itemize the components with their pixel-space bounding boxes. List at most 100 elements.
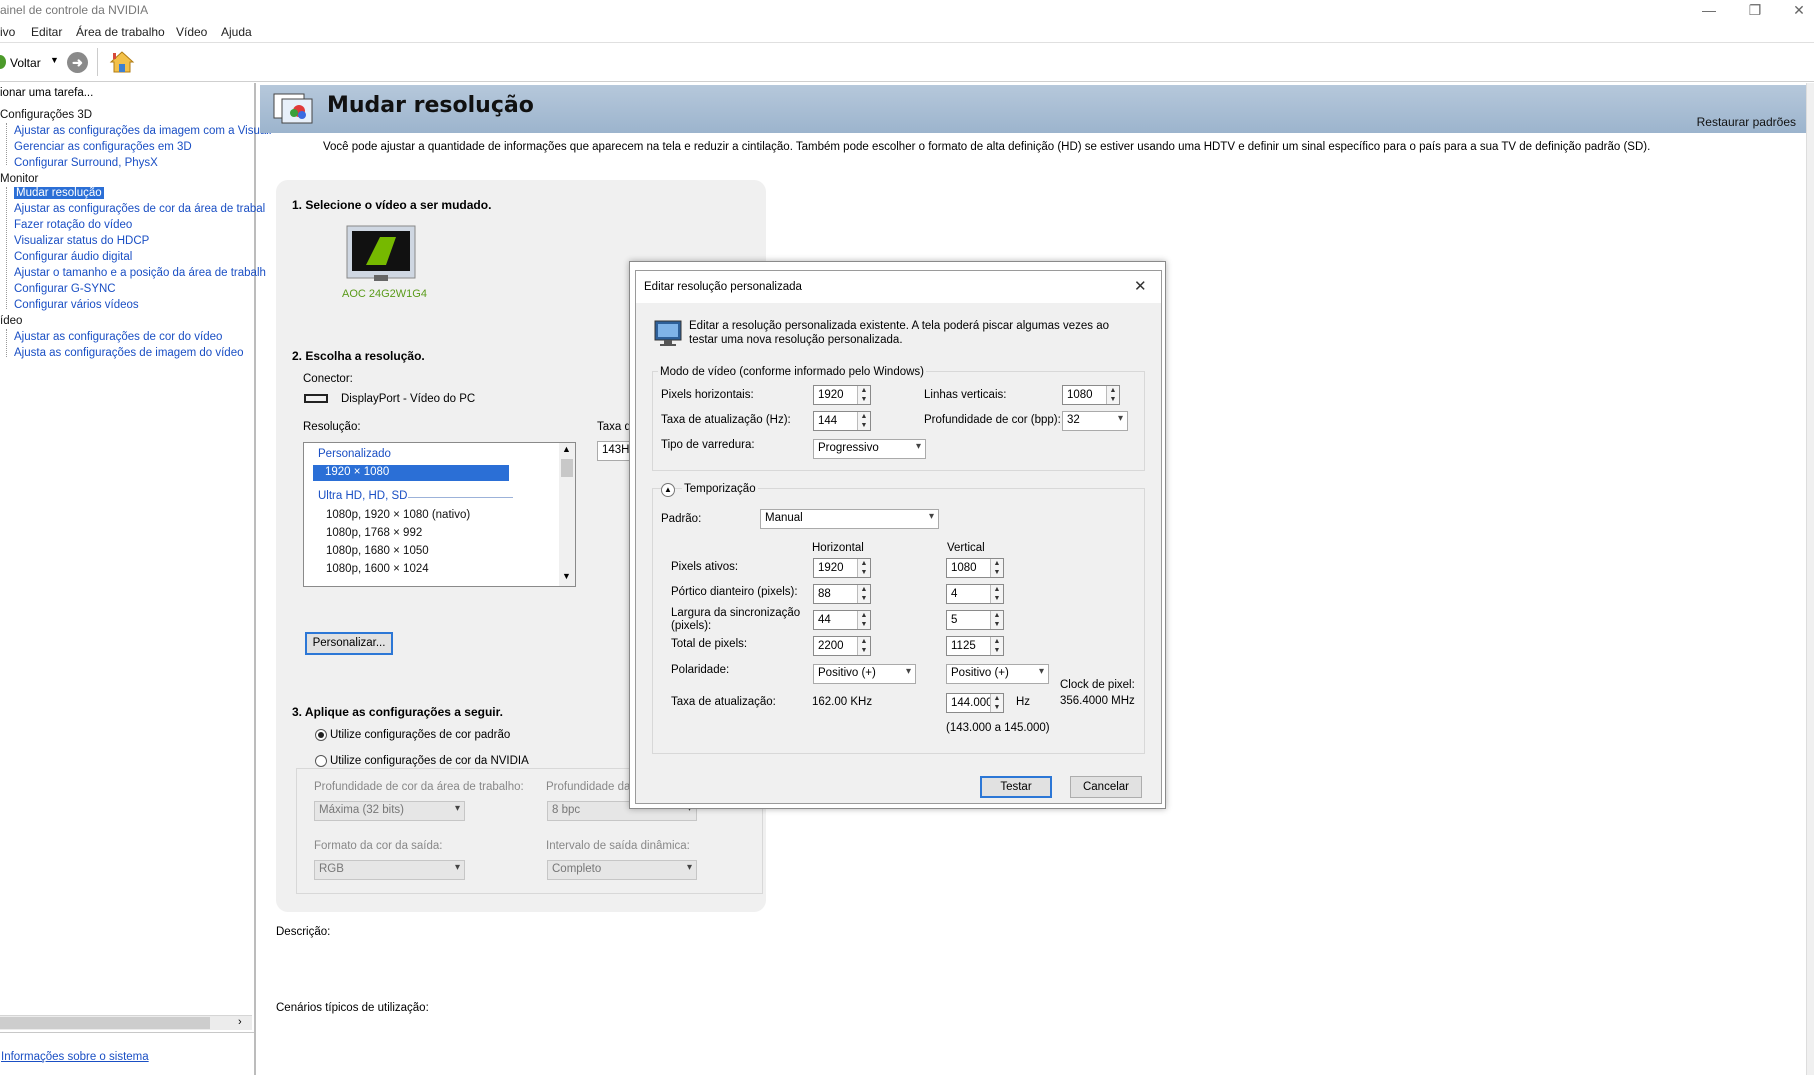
sidebar-item-multiple-displays[interactable]: Configurar vários vídeos: [14, 299, 139, 311]
usage-scenarios-label: Cenários típicos de utilização:: [276, 1002, 429, 1014]
restore-window-button[interactable]: ❐: [1740, 2, 1770, 19]
spinner-arrows-icon[interactable]: ▲ ▼: [857, 559, 870, 577]
h-pixels-input[interactable]: 1920 ▲ ▼: [813, 385, 871, 405]
sync-width-v-input[interactable]: 5 ▲ ▼: [946, 610, 1004, 630]
radio-default-color[interactable]: [315, 729, 327, 741]
sidebar-category-video[interactable]: ídeo: [0, 315, 22, 327]
spinner-arrows-icon[interactable]: ▲ ▼: [857, 585, 870, 603]
refresh-rate-dropdown[interactable]: 143Hz: [597, 441, 635, 461]
sidebar-item-video-color[interactable]: Ajustar as configurações de cor do vídeo: [14, 331, 222, 343]
monitor-name[interactable]: AOC 24G2W1G4: [342, 288, 427, 300]
list-item-selected[interactable]: 1920 × 1080: [313, 465, 509, 481]
spinner-arrows-icon[interactable]: ▲ ▼: [857, 637, 870, 655]
front-porch-label: Pórtico dianteiro (pixels):: [671, 586, 798, 598]
standard-value: Manual: [765, 512, 803, 524]
front-porch-v-input[interactable]: 4 ▲ ▼: [946, 584, 1004, 604]
scroll-down-icon[interactable]: ▼: [562, 571, 571, 581]
menu-desktop[interactable]: Área de trabalho: [76, 25, 165, 39]
sidebar-item-desktop-color[interactable]: Ajustar as configurações de cor da área …: [14, 203, 265, 215]
list-item[interactable]: 1080p, 1600 × 1024: [326, 563, 429, 575]
system-info-link[interactable]: Informações sobre o sistema: [1, 1051, 149, 1063]
spinner-arrows-icon[interactable]: ▲ ▼: [857, 412, 870, 430]
sidebar-item-gsync[interactable]: Configurar G-SYNC: [14, 283, 116, 295]
home-icon[interactable]: [109, 50, 135, 74]
menu-edit[interactable]: Editar: [31, 25, 62, 39]
spinner-arrows-icon[interactable]: ▲ ▼: [990, 585, 1003, 603]
minimize-button[interactable]: —: [1694, 2, 1724, 18]
close-window-button[interactable]: ✕: [1784, 2, 1814, 19]
customize-button[interactable]: Personalizar...: [305, 632, 393, 655]
desktop-depth-dropdown[interactable]: Máxima (32 bits) ▾: [314, 801, 465, 821]
back-button[interactable]: Voltar: [10, 56, 41, 70]
spinner-arrows-icon[interactable]: ▲ ▼: [990, 559, 1003, 577]
rate-v-input[interactable]: 144.000 ▲ ▼: [946, 693, 1004, 713]
rate-label: Taxa de atualização:: [671, 696, 776, 708]
menu-file[interactable]: ivo: [0, 25, 15, 39]
rate-unit: Hz: [1016, 696, 1031, 708]
sidebar-item-rotate-display[interactable]: Fazer rotação do vídeo: [14, 219, 132, 231]
menu-help[interactable]: Ajuda: [221, 25, 252, 39]
scrollbar-thumb[interactable]: [0, 1017, 210, 1029]
list-item[interactable]: 1080p, 1920 × 1080 (nativo): [326, 509, 470, 521]
spinner-arrows-icon[interactable]: ▲ ▼: [990, 637, 1003, 655]
radio-nvidia-color-label[interactable]: Utilize configurações de cor da NVIDIA: [330, 755, 529, 767]
front-porch-h-value: 88: [818, 588, 831, 600]
displayport-icon: [304, 394, 328, 403]
sidebar-item-manage-3d[interactable]: Gerenciar as configurações em 3D: [14, 141, 192, 153]
monitor-icon[interactable]: [346, 225, 416, 283]
color-format-dropdown[interactable]: RGB ▾: [314, 860, 465, 880]
resolution-list[interactable]: Personalizado 1920 × 1080 Ultra HD, HD, …: [303, 442, 576, 587]
sidebar-category-monitor[interactable]: Monitor: [0, 173, 38, 185]
v-lines-value: 1080: [1067, 389, 1093, 401]
sidebar-item-desktop-size[interactable]: Ajustar o tamanho e a posição da área de…: [14, 267, 266, 279]
cancel-button[interactable]: Cancelar: [1070, 776, 1142, 798]
sync-width-h-input[interactable]: 44 ▲ ▼: [813, 610, 871, 630]
scroll-up-icon[interactable]: ▲: [562, 444, 571, 454]
spinner-arrows-icon[interactable]: ▲ ▼: [857, 611, 870, 629]
sidebar-item-adjust-image-3d[interactable]: Ajustar as configurações da imagem com a…: [14, 125, 271, 137]
spinner-arrows-icon[interactable]: ▲ ▼: [990, 611, 1003, 629]
dialog-close-icon[interactable]: ✕: [1134, 277, 1147, 295]
radio-nvidia-color[interactable]: [315, 755, 327, 767]
scroll-right-icon[interactable]: ›: [238, 1016, 242, 1028]
total-pixels-h-input[interactable]: 2200 ▲ ▼: [813, 636, 871, 656]
step2-title: 2. Escolha a resolução.: [292, 349, 425, 363]
dynamic-range-dropdown[interactable]: Completo ▾: [547, 860, 697, 880]
list-item[interactable]: 1080p, 1680 × 1050: [326, 545, 429, 557]
back-arrow-icon[interactable]: [0, 55, 6, 69]
front-porch-h-input[interactable]: 88 ▲ ▼: [813, 584, 871, 604]
forward-arrow-icon[interactable]: ➜: [67, 52, 88, 73]
sidebar-item-video-image[interactable]: Ajusta as configurações de imagem do víd…: [14, 347, 244, 359]
active-pixels-h-input[interactable]: 1920 ▲ ▼: [813, 558, 871, 578]
scan-type-dropdown[interactable]: Progressivo ▾: [813, 439, 926, 459]
spinner-arrows-icon[interactable]: ▲ ▼: [1106, 386, 1119, 404]
collapse-timing-icon[interactable]: ▲: [661, 483, 675, 497]
scrollbar-thumb[interactable]: [561, 459, 573, 477]
list-item[interactable]: 1080p, 1768 × 992: [326, 527, 422, 539]
restore-defaults-link[interactable]: Restaurar padrões: [1697, 115, 1796, 129]
sidebar-item-hdcp-status[interactable]: Visualizar status do HDCP: [14, 235, 149, 247]
spinner-arrows-icon[interactable]: ▲ ▼: [990, 694, 1003, 712]
sidebar-item-change-resolution[interactable]: Mudar resolução: [14, 187, 104, 199]
menu-video[interactable]: Vídeo: [176, 25, 207, 39]
v-lines-input[interactable]: 1080 ▲ ▼: [1062, 385, 1120, 405]
connector-value: DisplayPort - Vídeo do PC: [341, 393, 476, 405]
list-scrollbar[interactable]: ▲ ▼: [559, 443, 575, 586]
test-button[interactable]: Testar: [980, 776, 1052, 798]
polarity-v-dropdown[interactable]: Positivo (+) ▾: [946, 664, 1049, 684]
standard-dropdown[interactable]: Manual ▾: [760, 509, 939, 529]
color-depth-dropdown[interactable]: 32 ▾: [1062, 411, 1128, 431]
sidebar-item-digital-audio[interactable]: Configurar áudio digital: [14, 251, 132, 263]
active-pixels-v-input[interactable]: 1080 ▲ ▼: [946, 558, 1004, 578]
total-pixels-v-input[interactable]: 1125 ▲ ▼: [946, 636, 1004, 656]
sidebar-horizontal-scrollbar[interactable]: ›: [0, 1015, 252, 1030]
spinner-arrows-icon[interactable]: ▲ ▼: [857, 386, 870, 404]
main-vertical-scrollbar[interactable]: [1806, 83, 1814, 1075]
radio-default-color-label[interactable]: Utilize configurações de cor padrão: [330, 729, 510, 741]
back-history-dropdown-icon[interactable]: ▼: [50, 55, 59, 65]
window-title: ainel de controle da NVIDIA: [0, 3, 149, 17]
polarity-h-dropdown[interactable]: Positivo (+) ▾: [813, 664, 916, 684]
sidebar-item-surround-physx[interactable]: Configurar Surround, PhysX: [14, 157, 158, 169]
refresh-rate-input[interactable]: 144 ▲ ▼: [813, 411, 871, 431]
sidebar-category-3d[interactable]: Configurações 3D: [0, 109, 92, 121]
